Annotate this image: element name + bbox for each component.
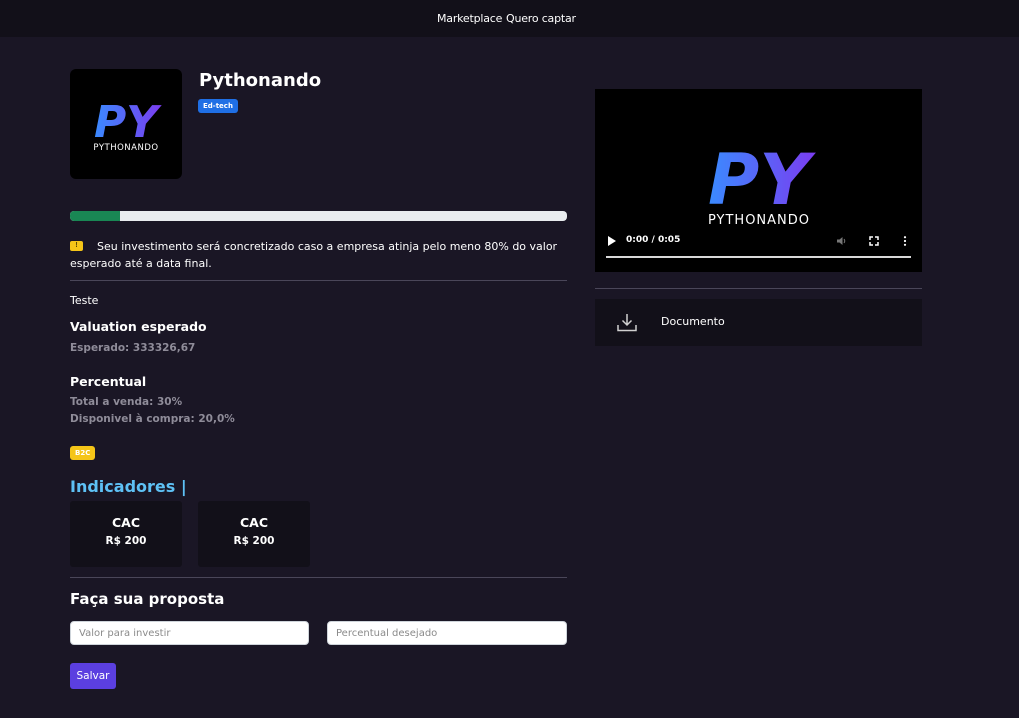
valuation-expected: Esperado: 333326,67 — [70, 342, 196, 354]
percentual-total-sale: Total a venda: 30% — [70, 396, 183, 408]
nav-link-quero-captar[interactable]: Quero captar — [506, 12, 576, 25]
funding-progress-bar — [70, 211, 567, 221]
top-navbar: Marketplace Quero captar — [0, 0, 1019, 37]
save-button[interactable]: Salvar — [70, 663, 116, 689]
warning-icon: ! — [70, 241, 83, 251]
indicator-card: CAC R$ 200 — [70, 501, 182, 567]
segment-badge: Ed-tech — [198, 99, 238, 113]
indicator-value: R$ 200 — [233, 535, 275, 547]
play-icon[interactable] — [607, 236, 616, 246]
more-options-icon[interactable] — [903, 236, 907, 246]
investment-notice: Seu investimento será concretizado caso … — [70, 240, 558, 270]
logo-mark: PY — [94, 97, 162, 148]
company-name: Pythonando — [199, 70, 322, 91]
funding-progress-fill — [70, 211, 120, 221]
valuation-title: Valuation esperado — [70, 319, 207, 334]
proposal-title: Faça sua proposta — [70, 590, 225, 608]
video-controls: 0:00 / 0:05 — [595, 229, 922, 272]
indicator-name: CAC — [239, 515, 269, 530]
percentual-available: Disponivel à compra: 20,0% — [70, 413, 235, 425]
document-download[interactable]: Documento — [595, 299, 922, 346]
download-icon — [617, 314, 637, 332]
nav-link-marketplace[interactable]: Marketplace — [437, 12, 502, 25]
video-seek-bar[interactable] — [606, 256, 911, 258]
company-logo: PY PYTHONANDO — [70, 69, 182, 179]
divider — [595, 288, 922, 289]
indicator-name: CAC — [111, 515, 141, 530]
indicator-card: CAC R$ 200 — [198, 501, 310, 567]
pythonando-logo-icon: PY PYTHONANDO — [93, 97, 162, 153]
logo-wordmark: PYTHONANDO — [93, 143, 158, 153]
company-description: Teste — [70, 294, 99, 307]
fullscreen-icon[interactable] — [869, 236, 879, 246]
percentual-title: Percentual — [70, 374, 147, 389]
desired-percent-input[interactable] — [327, 621, 567, 645]
divider — [70, 280, 567, 281]
document-label: Documento — [661, 315, 725, 328]
invest-value-input[interactable] — [70, 621, 309, 645]
video-logo-icon: PY PYTHONANDO — [708, 139, 816, 228]
pitch-video-player[interactable]: PY PYTHONANDO 0:00 / 0:05 — [595, 89, 922, 272]
video-logo-mark: PY — [708, 139, 816, 221]
indicators-title: Indicadores | — [70, 477, 187, 496]
divider — [70, 577, 567, 578]
indicator-value: R$ 200 — [105, 535, 147, 547]
volume-icon[interactable] — [837, 236, 847, 246]
video-time: 0:00 / 0:05 — [626, 235, 681, 245]
market-badge: B2C — [70, 446, 96, 460]
video-logo-wordmark: PYTHONANDO — [708, 213, 810, 228]
